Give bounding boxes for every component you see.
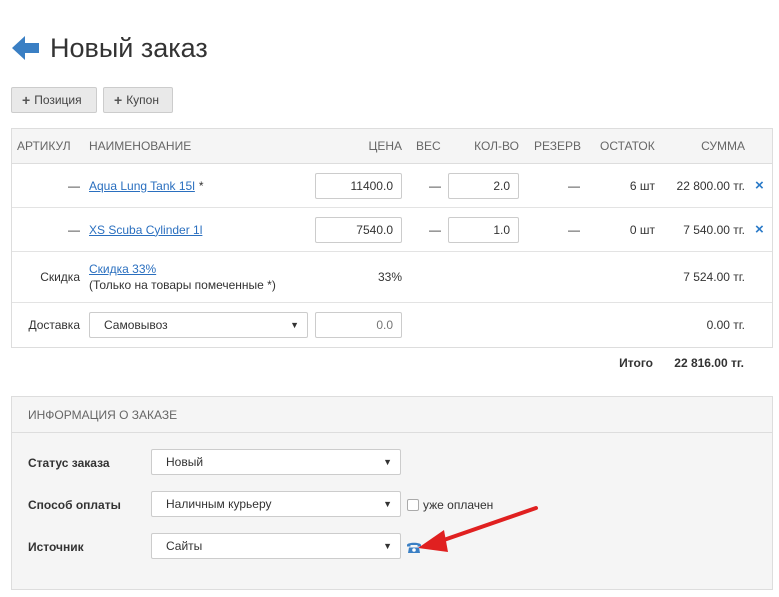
- chevron-down-icon: ▼: [290, 320, 299, 330]
- total-value: 22 816.00 тг.: [674, 356, 744, 370]
- item-stock: 0 шт: [629, 222, 655, 237]
- discount-note: (Только на товары помеченные *): [89, 278, 276, 292]
- order-items-table: Артикул Наименование Цена Вес Кол-во Рез…: [11, 128, 773, 348]
- item-mark: *: [198, 178, 204, 193]
- item-reserve: —: [568, 178, 580, 193]
- header-sum: Сумма: [701, 139, 745, 153]
- delivery-method-value: Самовывоз: [104, 318, 168, 332]
- chevron-down-icon: ▼: [383, 499, 392, 509]
- item-name-cell: Aqua Lung Tank 15l *: [89, 164, 204, 207]
- payment-value: Наличным курьеру: [166, 497, 272, 511]
- discount-link[interactable]: Скидка 33%: [89, 262, 156, 276]
- item-price-cell: [315, 208, 402, 251]
- delivery-method-select[interactable]: Самовывоз ▼: [89, 312, 308, 338]
- status-select[interactable]: Новый ▼: [151, 449, 401, 475]
- add-coupon-label: Купон: [126, 93, 159, 107]
- item-sku: —: [68, 178, 80, 193]
- close-icon: ×: [755, 177, 764, 194]
- discount-info: Скидка 33% (Только на товары помеченные …: [89, 252, 276, 302]
- header-stock: Остаток: [600, 139, 655, 153]
- source-select[interactable]: Сайты ▼: [151, 533, 401, 559]
- phone-icon[interactable]: [406, 540, 422, 554]
- header-price: Цена: [368, 139, 402, 153]
- item-weight: —: [429, 178, 441, 193]
- plus-icon: +: [114, 92, 123, 108]
- chevron-down-icon: ▼: [383, 541, 392, 551]
- source-label: Источник: [28, 540, 84, 554]
- add-position-button[interactable]: + Позиция: [11, 87, 97, 113]
- close-icon: ×: [755, 221, 764, 238]
- header-qty: Кол-во: [474, 139, 519, 153]
- order-info-title: Информация о заказе: [12, 397, 772, 433]
- header-sku: Артикул: [17, 139, 71, 153]
- item-weight: —: [429, 222, 441, 237]
- add-coupon-button[interactable]: + Купон: [103, 87, 173, 113]
- delivery-row: Доставка Самовывоз ▼ 0.00 тг.: [12, 303, 772, 347]
- item-qty-cell: [448, 164, 519, 207]
- payment-select[interactable]: Наличным курьеру ▼: [151, 491, 401, 517]
- item-price-input[interactable]: [315, 216, 402, 243]
- chevron-down-icon: ▼: [383, 457, 392, 467]
- total-row: Итого 22 816.00 тг.: [11, 350, 773, 376]
- item-price-cell: [315, 164, 402, 207]
- delivery-label: Доставка: [28, 318, 80, 332]
- item-qty-input[interactable]: [448, 216, 519, 243]
- payment-label: Способ оплаты: [28, 498, 121, 512]
- total-label: Итого: [619, 356, 653, 370]
- page-title: Новый заказ: [50, 33, 208, 63]
- delivery-sum: 0.00 тг.: [706, 318, 745, 332]
- item-reserve: —: [568, 222, 580, 237]
- discount-sum: 7 524.00 тг.: [683, 270, 745, 284]
- item-qty-cell: [448, 208, 519, 251]
- remove-item-button[interactable]: ×: [755, 164, 764, 207]
- order-info-panel: Информация о заказе Статус заказа Новый …: [11, 396, 773, 590]
- remove-item-button[interactable]: ×: [755, 208, 764, 251]
- header-weight: Вес: [416, 139, 441, 153]
- delivery-price-input[interactable]: [315, 312, 402, 338]
- paid-checkbox-label: уже оплачен: [423, 498, 494, 512]
- item-qty-input[interactable]: [448, 172, 519, 199]
- toolbar: + Позиция + Купон: [11, 87, 173, 113]
- header-name: Наименование: [89, 139, 192, 153]
- item-stock: 6 шт: [629, 178, 655, 193]
- table-row: — Aqua Lung Tank 15l * — — 6 шт 22 800.0…: [12, 164, 772, 208]
- table-header-row: Артикул Наименование Цена Вес Кол-во Рез…: [12, 129, 772, 164]
- add-position-label: Позиция: [34, 93, 82, 107]
- item-name-cell: XS Scuba Cylinder 1l: [89, 208, 202, 251]
- status-label: Статус заказа: [28, 456, 110, 470]
- item-sum: 7 540.00 тг.: [683, 222, 745, 237]
- delivery-price-cell: [315, 303, 402, 347]
- discount-percent: 33%: [377, 270, 402, 284]
- header-reserve: Резерв: [534, 139, 582, 153]
- source-value: Сайты: [166, 539, 203, 553]
- status-value: Новый: [166, 455, 204, 469]
- paid-checkbox[interactable]: [407, 499, 419, 511]
- page-header: Новый заказ: [12, 30, 208, 66]
- plus-icon: +: [22, 92, 31, 108]
- item-sum: 22 800.00 тг.: [676, 178, 745, 193]
- item-sku: —: [68, 222, 80, 237]
- item-price-input[interactable]: [315, 172, 402, 199]
- back-arrow-icon[interactable]: [12, 35, 40, 61]
- discount-label: Скидка: [40, 270, 80, 284]
- discount-row: Скидка Скидка 33% (Только на товары поме…: [12, 252, 772, 303]
- table-row: — XS Scuba Cylinder 1l — — 0 шт 7 540.00…: [12, 208, 772, 252]
- item-name-link[interactable]: Aqua Lung Tank 15l: [89, 179, 195, 193]
- item-name-link[interactable]: XS Scuba Cylinder 1l: [89, 223, 202, 237]
